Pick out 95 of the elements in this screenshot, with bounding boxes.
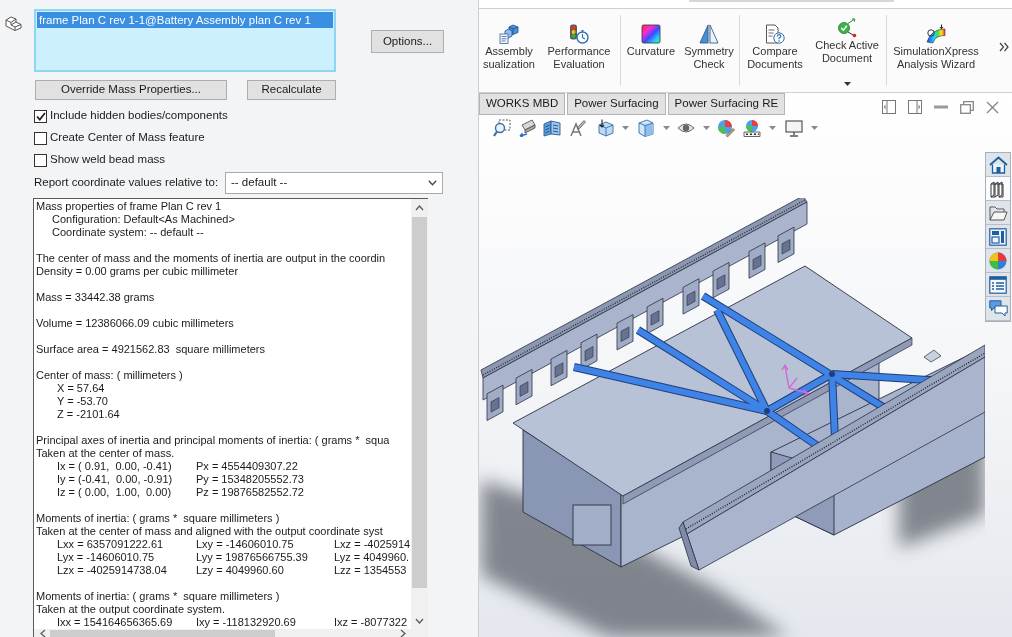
report-line: Principal axes of inertia and principal moments of inertia: ( grams * squa bbox=[36, 434, 390, 447]
chevrons-right-icon[interactable] bbox=[999, 41, 1009, 52]
gradient-square-icon bbox=[641, 24, 661, 44]
report-value: Px = 4554409307.22 bbox=[196, 460, 298, 473]
monitor-icon[interactable] bbox=[785, 119, 803, 137]
cube-arrow-icon[interactable] bbox=[596, 119, 614, 137]
report-line: Moments of inertia: ( grams * square millimeters ) bbox=[36, 590, 280, 603]
report-value: X = 57.64 bbox=[57, 382, 105, 395]
report-value: Ixy = -118132920.69 bbox=[196, 616, 296, 629]
block-arrow-icon[interactable] bbox=[518, 119, 536, 137]
report-line: Mass properties of frame Plan C rev 1 bbox=[36, 200, 222, 213]
caret-down-icon[interactable] bbox=[843, 82, 851, 86]
close-icon[interactable] bbox=[986, 100, 999, 114]
report-value: Lxx = 6357091222.61 bbox=[57, 538, 164, 551]
ribbon-button[interactable]: Check Active Document bbox=[809, 9, 885, 92]
caret-left-icon[interactable] bbox=[40, 628, 46, 637]
caret-icon[interactable] bbox=[811, 126, 818, 130]
report-value: Lyy = 19876566755.39 bbox=[196, 551, 308, 564]
report-value: Ixx = 154164656365.69 bbox=[57, 616, 173, 629]
coordinate-dropdown[interactable]: -- default -- bbox=[225, 172, 443, 194]
checkbox-label[interactable]: Include hidden bodies/components bbox=[50, 107, 228, 125]
options-button[interactable]: Options... bbox=[371, 30, 444, 53]
report-line: Surface area = 4921562.83 square millimeters bbox=[36, 343, 265, 356]
checkbox-label[interactable]: Show weld bead mass bbox=[50, 151, 166, 169]
checkbox[interactable] bbox=[34, 131, 47, 145]
report-line: Taken at the output coordinate system. bbox=[36, 603, 225, 616]
chevron-down-icon bbox=[428, 180, 437, 186]
caret-down-icon[interactable] bbox=[415, 618, 424, 624]
checkbox[interactable] bbox=[34, 109, 47, 123]
report-line: Mass = 33442.38 grams bbox=[36, 291, 155, 304]
caret-icon[interactable] bbox=[663, 126, 670, 130]
horizontal-scrollbar[interactable] bbox=[34, 629, 428, 637]
ribbon-button[interactable]: SimulationXpress Analysis Wizard bbox=[888, 9, 984, 92]
ribbon-button[interactable]: Performance Evaluation bbox=[539, 9, 619, 92]
caret-up-icon[interactable] bbox=[415, 205, 424, 211]
action-button[interactable]: Override Mass Properties... bbox=[35, 80, 227, 100]
document-tab[interactable]: Power Surfacing RE bbox=[667, 93, 786, 115]
report-line: Density = 0.00 grams per cubic millimeter bbox=[36, 265, 239, 278]
action-button[interactable]: Recalculate bbox=[247, 80, 336, 100]
scrollbar-thumb[interactable] bbox=[50, 629, 275, 637]
block-icon bbox=[5, 15, 22, 31]
report-value: Py = 15348205552.73 bbox=[196, 473, 304, 486]
report-value: Lxy = -14606010.75 bbox=[196, 538, 294, 551]
traffic-light-stopwatch-icon bbox=[569, 24, 589, 44]
report-value: Lzx = -4025914738.04 bbox=[57, 564, 167, 577]
ribbon-button[interactable]: Assembly sualization bbox=[479, 9, 539, 92]
report-value: Lyx = -14606010.75 bbox=[57, 551, 155, 564]
caret-right-icon[interactable] bbox=[400, 628, 406, 637]
report-line: The center of mass and the moments of inertia are output in the coordin bbox=[36, 252, 386, 265]
scrollbar-thumb[interactable] bbox=[412, 217, 427, 588]
tile-right-icon[interactable] bbox=[908, 100, 922, 114]
pencil-letter-icon[interactable] bbox=[568, 119, 586, 137]
caret-icon[interactable] bbox=[622, 126, 629, 130]
ribbon-button[interactable]: Compare Documents bbox=[741, 9, 809, 92]
zoom-area-icon[interactable] bbox=[493, 119, 511, 137]
report-line: Configuration: Default<As Machined> bbox=[52, 213, 235, 226]
report-value: Lzz = 1354553 bbox=[334, 564, 407, 577]
book-icon[interactable] bbox=[543, 119, 561, 137]
report-value: Lyz = 4049960. bbox=[334, 551, 410, 564]
report-line: Center of mass: ( millimeters ) bbox=[36, 369, 183, 382]
ribbon-button[interactable]: Symmetry Check bbox=[680, 9, 738, 92]
sphere-scene-icon[interactable] bbox=[743, 119, 761, 137]
report-value: Ix = ( 0.91, 0.00, -0.41) bbox=[57, 460, 172, 473]
cube-icon[interactable] bbox=[637, 119, 655, 137]
report-line: Taken at the center of mass and aligned with the output coordinate syst bbox=[36, 525, 383, 538]
document-question-icon bbox=[765, 24, 785, 44]
rainbow-shape-icon bbox=[926, 24, 946, 44]
tile-left-icon[interactable] bbox=[882, 100, 896, 114]
report-value: Pz = 19876582552.72 bbox=[196, 486, 304, 499]
mirrored-shape-icon bbox=[699, 24, 719, 44]
checkbox-label[interactable]: Create Center of Mass feature bbox=[50, 129, 205, 147]
check-circle-arrows-icon bbox=[837, 18, 857, 38]
check-icon bbox=[35, 111, 46, 121]
vertical-scrollbar[interactable] bbox=[411, 199, 428, 629]
report-value: Z = -2101.64 bbox=[57, 408, 120, 421]
report-value: Lzy = 4049960.60 bbox=[196, 564, 284, 577]
report-line: Taken at the center of mass. bbox=[36, 447, 175, 460]
caret-icon[interactable] bbox=[769, 126, 776, 130]
report-value: Iz = ( 0.00, 1.00, 0.00) bbox=[57, 486, 172, 499]
ribbon-button[interactable]: Curvature bbox=[622, 9, 680, 92]
document-tab[interactable]: Power Surfacing bbox=[567, 93, 666, 115]
report-line: Volume = 12386066.09 cubic millimeters bbox=[36, 317, 234, 330]
caret-icon[interactable] bbox=[703, 126, 710, 130]
restore-icon[interactable] bbox=[960, 100, 974, 114]
checkbox[interactable] bbox=[34, 153, 47, 167]
report-line: Moments of inertia: ( grams * square millimeters ) bbox=[36, 512, 280, 525]
dropdown-label: Report coordinate values relative to: bbox=[34, 175, 219, 191]
report-value: Lxz = -4025914 bbox=[334, 538, 411, 551]
sphere-pencil-icon[interactable] bbox=[717, 119, 735, 137]
report-line: Coordinate system: -- default -- bbox=[52, 226, 204, 239]
document-tab[interactable]: WORKS MBD bbox=[479, 93, 566, 115]
cubes-icon bbox=[499, 24, 519, 44]
report-value: Ixz = -8077322 bbox=[334, 616, 408, 629]
report-value: Iy = (-0.41, 0.00, -0.91) bbox=[57, 473, 173, 486]
report-value: Y = -53.70 bbox=[57, 395, 108, 408]
